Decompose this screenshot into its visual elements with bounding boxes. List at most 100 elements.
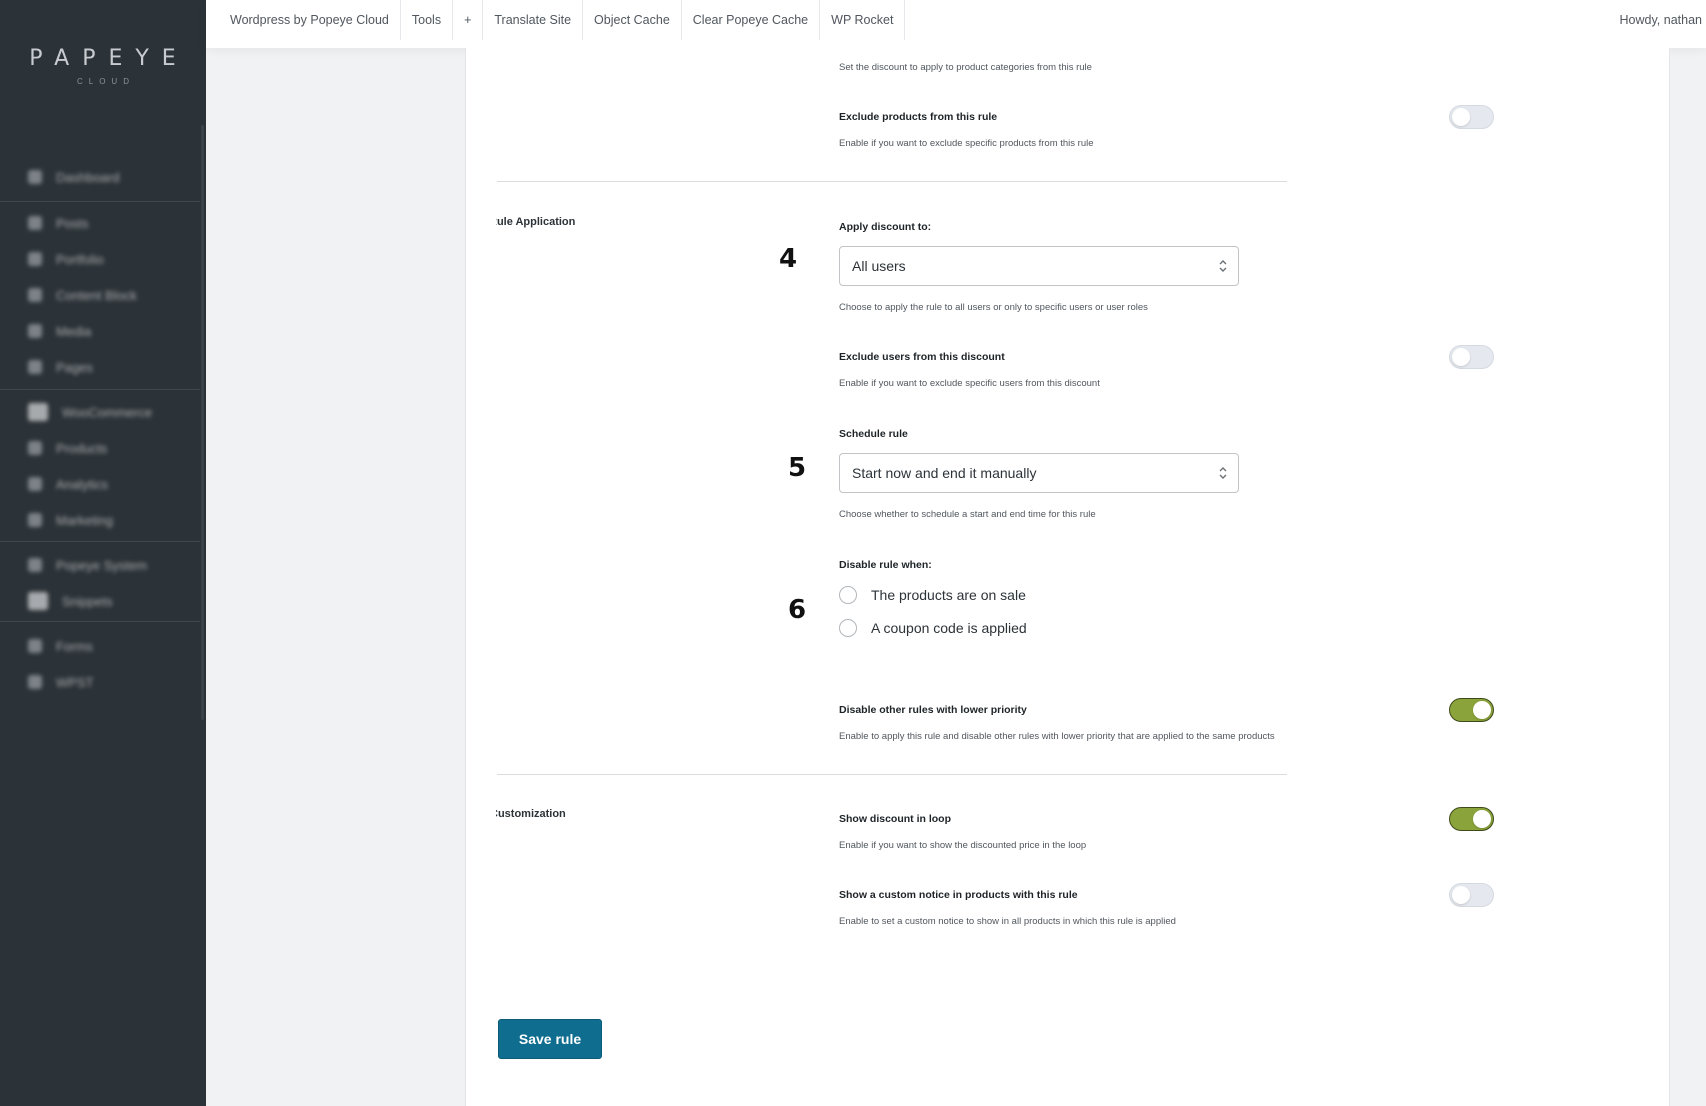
sidebar-item-label: Analytics bbox=[56, 476, 109, 492]
menu-separator bbox=[0, 621, 200, 622]
sidebar-scrollbar[interactable] bbox=[201, 125, 204, 720]
exclude-users-title: Exclude users from this discount bbox=[839, 351, 1005, 363]
show-loop-title: Show discount in loop bbox=[839, 813, 951, 825]
select-value: Start now and end it manually bbox=[852, 465, 1037, 481]
exclude-users-toggle[interactable] bbox=[1449, 345, 1494, 369]
topbar-add-new[interactable]: + bbox=[453, 0, 484, 40]
topbar-link-tools[interactable]: Tools bbox=[401, 0, 454, 40]
topbar-link-object-cache[interactable]: Object Cache bbox=[583, 0, 682, 40]
exclude-users-description: Enable if you want to exclude specific u… bbox=[839, 378, 1100, 389]
user-greeting[interactable]: Howdy, nathan bbox=[1620, 0, 1702, 40]
wpst-icon bbox=[28, 675, 42, 689]
apply-discount-select[interactable]: All users bbox=[839, 246, 1239, 286]
analytics-icon bbox=[28, 477, 42, 491]
portfolio-icon bbox=[28, 252, 42, 266]
sidebar-item-portfolio[interactable]: Portfolio bbox=[28, 249, 104, 269]
section-label-customization: Customization bbox=[496, 808, 636, 820]
megaphone-icon bbox=[28, 513, 42, 527]
step-number: 4 bbox=[779, 244, 798, 274]
products-icon bbox=[28, 441, 42, 455]
sidebar-item-forms[interactable]: Forms bbox=[28, 636, 93, 656]
sidebar-item-snippets[interactable]: Snippets bbox=[28, 591, 113, 611]
admin-topbar: Wordpress by Popeye Cloud Tools + Transl… bbox=[206, 0, 1706, 48]
radio-button[interactable] bbox=[839, 586, 857, 604]
disable-lower-title: Disable other rules with lower priority bbox=[839, 704, 1027, 716]
sidebar-item-woocommerce[interactable]: WooCommerce bbox=[28, 402, 152, 422]
disable-lower-description: Enable to apply this rule and disable ot… bbox=[839, 731, 1275, 742]
system-icon bbox=[28, 558, 42, 572]
toggle-knob bbox=[1473, 701, 1491, 719]
sidebar-item-marketing[interactable]: Marketing bbox=[28, 510, 113, 530]
custom-notice-toggle[interactable] bbox=[1449, 883, 1494, 907]
admin-sidebar: PAPEYE CLOUD Dashboard Posts Portfolio C… bbox=[0, 0, 206, 1106]
section-divider bbox=[497, 181, 1287, 182]
section-divider bbox=[497, 774, 1287, 775]
disable-rule-title: Disable rule when: bbox=[839, 559, 932, 571]
sidebar-item-content-block[interactable]: Content Block bbox=[28, 285, 137, 305]
section-label-rule-application: Rule Application bbox=[496, 216, 636, 228]
schedule-rule-select[interactable]: Start now and end it manually bbox=[839, 453, 1239, 493]
topbar-link-clear-cache[interactable]: Clear Popeye Cache bbox=[682, 0, 821, 40]
sidebar-item-label: Media bbox=[56, 323, 92, 339]
show-loop-toggle[interactable] bbox=[1449, 807, 1494, 831]
chevron-updown-icon bbox=[1219, 260, 1227, 272]
radio-label: The products are on sale bbox=[871, 587, 1026, 603]
sidebar-item-label: WooCommerce bbox=[62, 404, 153, 420]
sidebar-item-products[interactable]: Products bbox=[28, 438, 107, 458]
exclude-products-toggle[interactable] bbox=[1449, 105, 1494, 129]
sidebar-item-wpst[interactable]: WPST bbox=[28, 672, 94, 692]
toggle-knob bbox=[1452, 348, 1470, 366]
topbar-link-wordpress[interactable]: Wordpress by Popeye Cloud bbox=[206, 0, 401, 40]
sidebar-item-label: Forms bbox=[56, 638, 93, 654]
step-number: 6 bbox=[788, 595, 807, 625]
sidebar-item-label: Pages bbox=[56, 359, 93, 375]
toggle-knob bbox=[1473, 810, 1491, 828]
schedule-rule-title: Schedule rule bbox=[839, 428, 908, 440]
snippets-icon bbox=[28, 592, 48, 610]
sidebar-item-label: Portfolio bbox=[56, 251, 104, 267]
sidebar-item-analytics[interactable]: Analytics bbox=[28, 474, 108, 494]
toggle-knob bbox=[1452, 108, 1470, 126]
show-loop-description: Enable if you want to show the discounte… bbox=[839, 840, 1087, 851]
rule-settings-card bbox=[465, 48, 1670, 1106]
disable-lower-toggle[interactable] bbox=[1449, 698, 1494, 722]
sidebar-item-label: Dashboard bbox=[56, 169, 120, 185]
chevron-updown-icon bbox=[1219, 467, 1227, 479]
select-value: All users bbox=[852, 258, 906, 274]
topbar-link-translate-site[interactable]: Translate Site bbox=[483, 0, 584, 40]
topbar-link-wp-rocket[interactable]: WP Rocket bbox=[820, 0, 906, 40]
apply-discount-description: Choose to apply the rule to all users or… bbox=[839, 302, 1148, 313]
exclude-products-description: Enable if you want to exclude specific p… bbox=[839, 138, 1094, 149]
sidebar-item-label: Snippets bbox=[62, 593, 113, 609]
sidebar-item-label: Content Block bbox=[56, 287, 137, 303]
dashboard-icon bbox=[28, 170, 42, 184]
radio-label: A coupon code is applied bbox=[871, 620, 1027, 636]
custom-notice-title: Show a custom notice in products with th… bbox=[839, 889, 1078, 901]
sidebar-item-label: WPST bbox=[56, 674, 94, 690]
step-number: 5 bbox=[788, 453, 807, 483]
disable-coupon-option[interactable]: A coupon code is applied bbox=[839, 619, 1027, 637]
sidebar-item-media[interactable]: Media bbox=[28, 321, 91, 341]
schedule-rule-description: Choose whether to schedule a start and e… bbox=[839, 509, 1096, 520]
radio-button[interactable] bbox=[839, 619, 857, 637]
sidebar-item-label: Popeye System bbox=[56, 557, 148, 573]
sidebar-item-pages[interactable]: Pages bbox=[28, 357, 93, 377]
save-rule-button[interactable]: Save rule bbox=[498, 1019, 602, 1059]
pages-icon bbox=[28, 360, 42, 374]
media-icon bbox=[28, 324, 42, 338]
sidebar-item-dashboard[interactable]: Dashboard bbox=[28, 167, 120, 187]
logo-text: PAPEYE bbox=[29, 46, 189, 71]
logo[interactable]: PAPEYE CLOUD bbox=[0, 46, 206, 86]
sidebar-item-label: Posts bbox=[56, 215, 89, 231]
logo-subtext: CLOUD bbox=[76, 77, 135, 86]
disable-on-sale-option[interactable]: The products are on sale bbox=[839, 586, 1026, 604]
forms-icon bbox=[28, 639, 42, 653]
section-label-text: Rule Application bbox=[496, 216, 576, 228]
sidebar-item-label: Products bbox=[56, 440, 108, 456]
sidebar-item-popeye-system[interactable]: Popeye System bbox=[28, 555, 147, 575]
exclude-products-title: Exclude products from this rule bbox=[839, 111, 998, 123]
section-label-text: Customization bbox=[496, 808, 566, 820]
custom-notice-description: Enable to set a custom notice to show in… bbox=[839, 916, 1176, 927]
toggle-knob bbox=[1452, 886, 1470, 904]
sidebar-item-posts[interactable]: Posts bbox=[28, 213, 89, 233]
